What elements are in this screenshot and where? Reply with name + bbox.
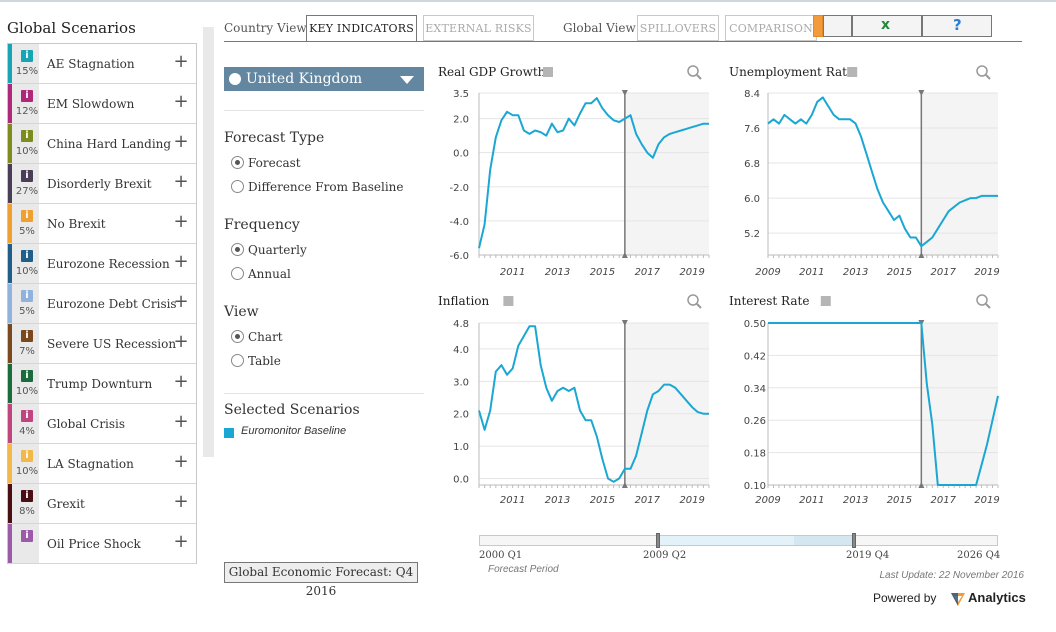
analytics-logo-icon (951, 593, 965, 606)
x-tick-label: 2019 (974, 267, 999, 278)
zoom-handle (985, 303, 991, 309)
y-tick-label: -2.0 (449, 183, 469, 194)
last-update-label: Last Update: 22 November 2016 (879, 570, 1024, 581)
powered-by-label: Powered by (873, 591, 937, 605)
y-tick-label: 3.5 (453, 89, 469, 100)
unemployment-rate-chart-title: Unemployment Rate (729, 65, 854, 79)
y-tick-label: 0.0 (453, 149, 469, 160)
zoom-lens (976, 294, 988, 306)
x-tick-label: 2015 (887, 495, 912, 506)
x-tick-label: 2019 (974, 495, 999, 506)
timeline-forecast-region (793, 536, 854, 545)
y-tick-label: 3.0 (453, 377, 469, 388)
x-tick-label: 2013 (545, 495, 570, 506)
x-tick-label: 2019 (679, 267, 704, 278)
x-tick-label: 2017 (635, 495, 661, 506)
x-tick-label: 2009 (755, 267, 780, 278)
y-tick-label: -6.0 (449, 251, 469, 262)
x-tick-label: 2019 (679, 495, 704, 506)
forecast-region (624, 323, 709, 485)
y-tick-label: 4.0 (453, 345, 469, 356)
zoom-icon[interactable] (976, 65, 991, 80)
y-tick-label: 0.0 (453, 475, 469, 486)
timeline-end-handle[interactable] (852, 533, 857, 548)
x-tick-label: 2013 (843, 267, 868, 278)
y-tick-label: 0.42 (744, 351, 766, 362)
zoom-lens (687, 65, 699, 77)
info-icon[interactable] (503, 296, 514, 306)
y-tick-label: 0.10 (744, 481, 766, 492)
x-tick-label: 2013 (545, 267, 570, 278)
y-tick-label: 2.0 (453, 410, 469, 421)
y-tick-label: 4.8 (453, 319, 469, 330)
info-icon[interactable] (847, 67, 858, 77)
x-tick-label: 2015 (590, 495, 615, 506)
forecast-region (921, 93, 998, 255)
y-tick-label: -4.0 (449, 217, 469, 228)
y-tick-label: 8.4 (744, 89, 760, 100)
timeline-range-start-label: 2009 Q2 (643, 550, 687, 561)
timeline-range-end-label: 2019 Q4 (846, 550, 890, 561)
x-tick-label: 2011 (500, 267, 525, 278)
y-tick-label: 7.6 (744, 124, 760, 135)
zoom-lens (687, 294, 699, 306)
y-tick-label: 5.2 (744, 229, 760, 240)
x-tick-label: 2013 (843, 495, 868, 506)
timeline-track[interactable] (479, 535, 998, 546)
y-tick-label: 0.18 (744, 449, 766, 460)
timeline-start-handle[interactable] (656, 533, 661, 548)
zoom-handle (696, 74, 702, 80)
x-tick-label: 2009 (755, 495, 780, 506)
inflation-chart-title: Inflation (438, 294, 490, 308)
zoom-icon[interactable] (687, 294, 702, 309)
x-tick-label: 2017 (931, 267, 957, 278)
x-tick-label: 2017 (635, 267, 661, 278)
zoom-icon[interactable] (687, 65, 702, 80)
y-tick-label: 6.0 (744, 194, 760, 205)
real-gdp-growth-chart-title: Real GDP Growth (438, 65, 546, 79)
x-tick-label: 2011 (799, 495, 824, 506)
timeline-end-label: 2026 Q4 (957, 550, 1001, 561)
x-tick-label: 2011 (500, 495, 525, 506)
forecast-period-label: Forecast Period (488, 564, 559, 575)
x-tick-label: 2011 (799, 267, 824, 278)
y-tick-label: 1.0 (453, 442, 469, 453)
x-tick-label: 2015 (590, 267, 615, 278)
zoom-handle (985, 74, 991, 80)
info-icon[interactable] (543, 67, 553, 77)
y-tick-label: 0.26 (744, 416, 766, 427)
y-tick-label: 2.0 (453, 115, 469, 126)
y-tick-label: 0.34 (744, 384, 766, 395)
x-tick-label: 2017 (931, 495, 957, 506)
forecast-region (624, 93, 709, 255)
info-icon[interactable] (820, 296, 831, 306)
timeline-start-label: 2000 Q1 (479, 550, 523, 561)
y-tick-label: 6.8 (744, 159, 760, 170)
zoom-lens (976, 65, 988, 77)
zoom-handle (696, 303, 702, 309)
interest-rate-chart-title: Interest Rate (729, 294, 809, 308)
zoom-icon[interactable] (976, 294, 991, 309)
forecast-region (921, 323, 998, 485)
brand-name: Analytics (968, 590, 1026, 605)
y-tick-label: 0.50 (744, 319, 766, 330)
x-tick-label: 2015 (887, 267, 912, 278)
